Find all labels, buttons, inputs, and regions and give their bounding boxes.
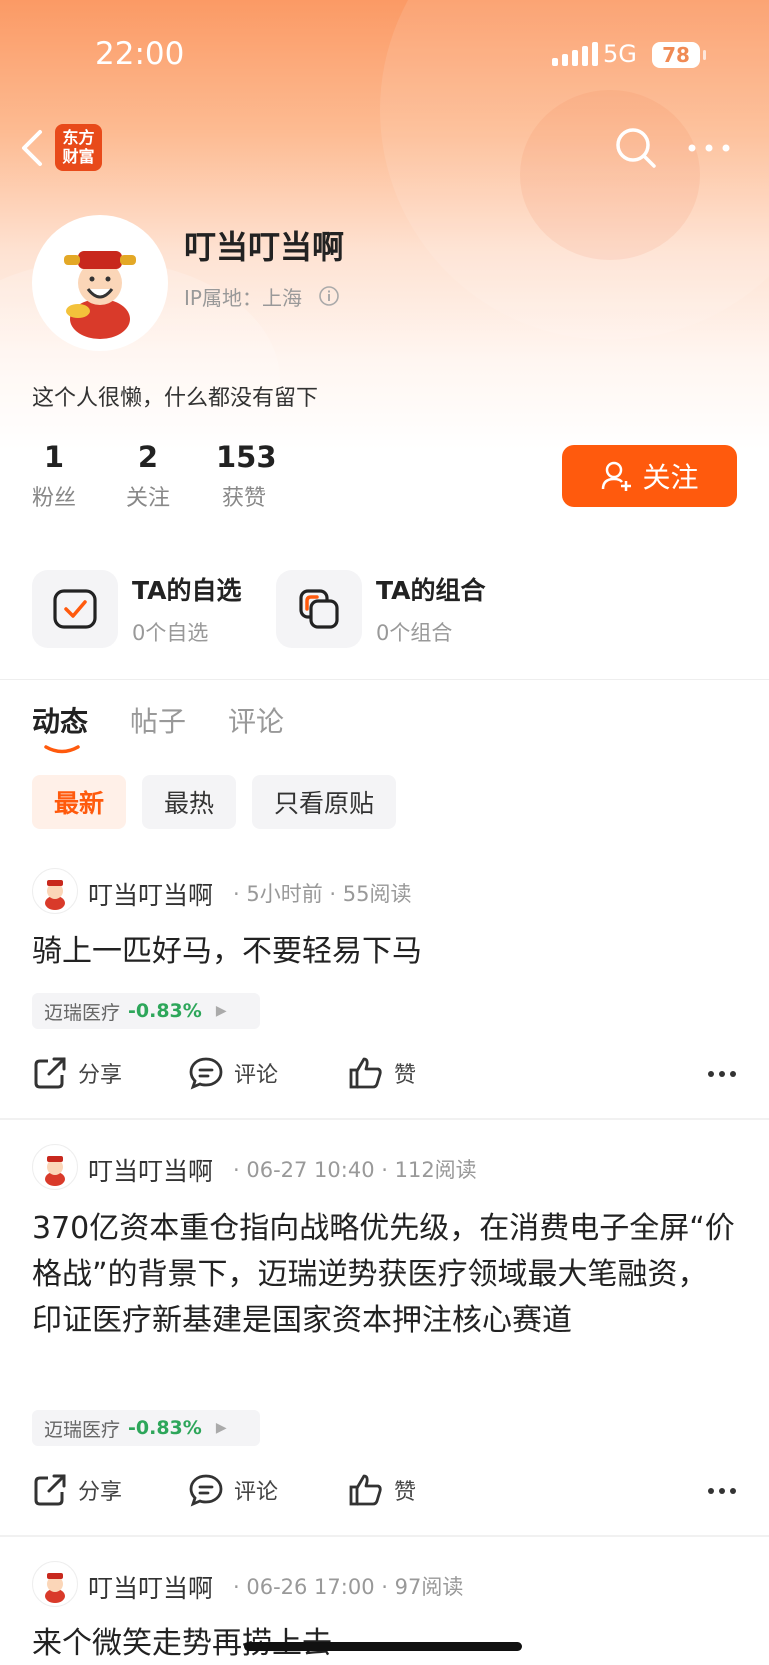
share-button[interactable]: 分享 <box>32 1472 122 1508</box>
post-avatar[interactable] <box>32 868 78 914</box>
more-horizontal-icon <box>708 1071 736 1077</box>
share-icon <box>34 1474 66 1506</box>
quick-link-watchlist[interactable]: TA的自选 0个自选 <box>32 570 241 648</box>
app-logo: 东方 财富 <box>55 124 102 171</box>
tab-activity[interactable]: 动态 <box>32 700 88 754</box>
portfolio-icon <box>276 570 362 648</box>
like-button[interactable]: 赞 <box>348 1472 416 1508</box>
stat-likes[interactable]: 153 获赞 <box>216 440 277 512</box>
share-icon <box>34 1057 66 1089</box>
checkbox-icon <box>32 570 118 648</box>
tab-comments[interactable]: 评论 <box>228 700 284 740</box>
comment-button[interactable]: 评论 <box>188 1055 278 1091</box>
comment-icon <box>189 1474 223 1507</box>
home-indicator[interactable] <box>244 1642 522 1651</box>
signal-icon <box>552 42 598 66</box>
search-icon <box>616 128 656 168</box>
tab-indicator <box>44 745 80 754</box>
post-meta: · 06-27 10:40 · 112阅读 <box>233 1158 477 1182</box>
avatar[interactable] <box>32 215 168 351</box>
info-icon[interactable] <box>318 285 340 307</box>
network-type: 5G <box>603 40 637 68</box>
comment-icon <box>189 1057 223 1090</box>
comment-button[interactable]: 评论 <box>188 1472 278 1508</box>
post-meta: · 06-26 17:00 · 97阅读 <box>233 1575 464 1599</box>
add-user-icon <box>602 461 632 491</box>
post-separator <box>0 1535 769 1537</box>
thumbs-up-icon <box>349 1474 382 1506</box>
tab-bar: 动态 帖子 评论 <box>32 700 284 754</box>
triangle-right-icon: ▶ <box>215 1420 227 1436</box>
stat-fans[interactable]: 1 粉丝 <box>32 440 76 512</box>
triangle-right-icon: ▶ <box>215 1003 227 1019</box>
profile-name: 叮当叮当啊 <box>184 228 345 266</box>
post-title[interactable]: 370亿资本重仓指向战略优先级，在消费电子全屏“价格战”的背景下，迈瑞逆势获医疗… <box>32 1206 737 1344</box>
more-button[interactable] <box>686 136 732 160</box>
stat-following[interactable]: 2 关注 <box>124 440 172 512</box>
profile-bio: 这个人很懒，什么都没有留下 <box>32 386 319 411</box>
ip-location: IP属地：上海 <box>184 286 302 310</box>
follow-button[interactable]: 关注 <box>562 445 737 507</box>
decorative-circle <box>520 90 700 260</box>
post-separator <box>0 1118 769 1120</box>
filter-latest[interactable]: 最新 <box>32 775 127 829</box>
filter-original-only[interactable]: 只看原贴 <box>252 775 397 829</box>
share-button[interactable]: 分享 <box>32 1055 122 1091</box>
god-of-wealth-avatar-icon <box>64 251 136 339</box>
quick-link-portfolio[interactable]: TA的组合 0个组合 <box>276 570 485 648</box>
thumbs-up-icon <box>349 1057 382 1089</box>
like-button[interactable]: 赞 <box>348 1055 416 1091</box>
post-author[interactable]: 叮当叮当啊 <box>88 876 213 912</box>
post-more-button[interactable] <box>707 1063 737 1082</box>
more-horizontal-icon <box>708 1488 736 1494</box>
post-author[interactable]: 叮当叮当啊 <box>88 1569 213 1605</box>
tab-posts[interactable]: 帖子 <box>130 700 186 740</box>
post-actions: 分享 评论 赞 <box>32 1055 737 1095</box>
post-more-button[interactable] <box>707 1480 737 1499</box>
post-meta: · 5小时前 · 55阅读 <box>233 882 412 906</box>
more-horizontal-icon <box>688 144 730 152</box>
post-avatar[interactable] <box>32 1144 78 1190</box>
stock-tag[interactable]: 迈瑞医疗 -0.83% ▶ <box>32 1410 260 1446</box>
status-time: 22:00 <box>95 36 185 72</box>
stock-tag[interactable]: 迈瑞医疗 -0.83% ▶ <box>32 993 260 1029</box>
post-title[interactable]: 骑上一匹好马，不要轻易下马 <box>32 930 737 974</box>
post-author[interactable]: 叮当叮当啊 <box>88 1152 213 1188</box>
back-button[interactable] <box>18 128 48 168</box>
search-button[interactable] <box>614 126 658 170</box>
post-avatar[interactable] <box>32 1561 78 1607</box>
filter-hottest[interactable]: 最热 <box>142 775 237 829</box>
battery-icon: 78 <box>652 42 706 68</box>
divider <box>0 679 769 680</box>
filter-bar: 最新 最热 只看原贴 <box>32 775 397 829</box>
post-actions: 分享 评论 赞 <box>32 1472 737 1512</box>
chevron-left-icon <box>22 130 42 166</box>
